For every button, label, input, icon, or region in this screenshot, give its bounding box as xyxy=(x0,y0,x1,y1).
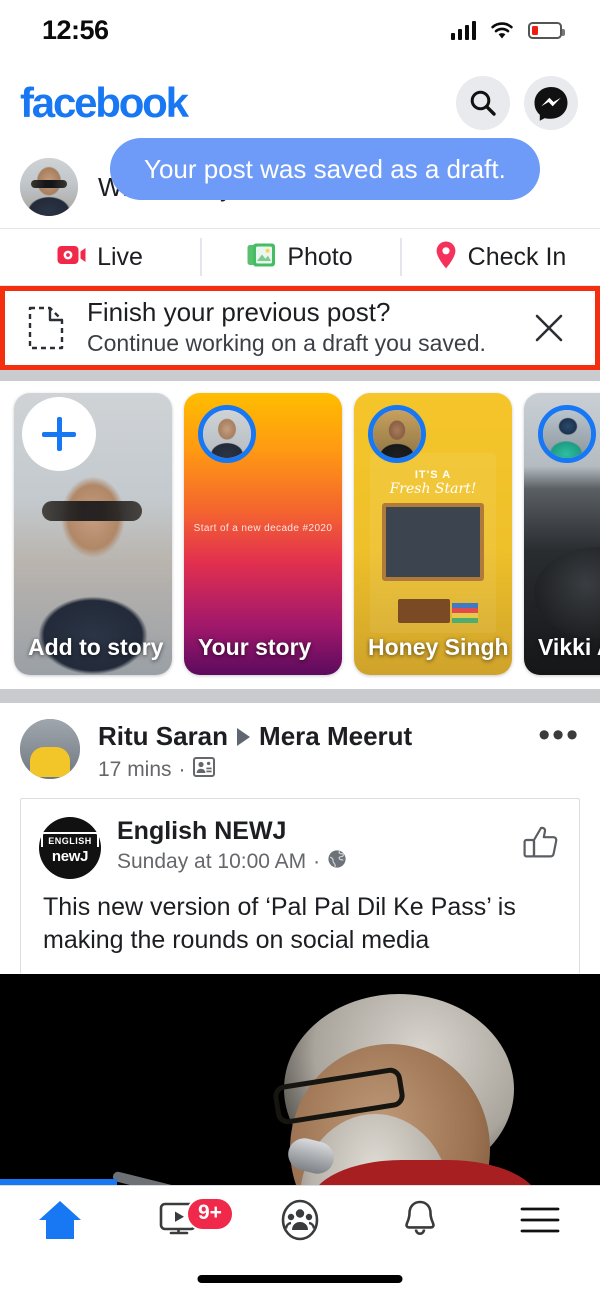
post-submeta: 17 mins · xyxy=(98,756,520,784)
nav-item-groups[interactable] xyxy=(240,1197,360,1248)
photo-icon xyxy=(247,242,277,273)
post-timestamp: 17 mins xyxy=(98,758,172,781)
story-card-line2: Fresh Start! xyxy=(389,481,477,497)
nav-item-home[interactable] xyxy=(0,1198,120,1247)
status-bar: 12:56 xyxy=(0,0,600,60)
page-loading-bar xyxy=(0,1179,117,1185)
story-caption: Start of a new decade #2020 xyxy=(193,522,333,534)
draft-saved-toast[interactable]: Your post was saved as a draft. xyxy=(110,138,540,200)
location-pin-icon xyxy=(434,240,458,275)
avatar xyxy=(538,405,596,463)
draft-banner-text: Finish your previous post? Continue work… xyxy=(87,297,507,360)
photo-button-label: Photo xyxy=(287,242,353,271)
messenger-icon[interactable] xyxy=(524,76,578,130)
bell-icon xyxy=(400,1198,440,1247)
status-bar-time: 12:56 xyxy=(42,14,109,45)
toast-message: Your post was saved as a draft. xyxy=(144,153,506,184)
battery-low-icon xyxy=(528,21,565,39)
watch-badge: 9+ xyxy=(186,1196,234,1231)
header-actions xyxy=(456,76,578,130)
avatar[interactable] xyxy=(20,158,78,216)
draft-banner[interactable]: Finish your previous post? Continue work… xyxy=(0,286,600,370)
post-header: Ritu Saran Mera Meerut 17 mins · ••• xyxy=(0,703,600,792)
shared-post-card[interactable]: ENGLISH newJ English NEWJ Sunday at 10:0… xyxy=(20,798,580,974)
bottom-navigation: 9+ xyxy=(0,1185,600,1299)
avatar[interactable] xyxy=(20,719,80,779)
post-author-line: Ritu Saran Mera Meerut xyxy=(98,721,520,752)
app-header: facebook Your post was saved as a draft. xyxy=(0,60,600,200)
story-label: Vikki An xyxy=(538,634,600,660)
avatar xyxy=(368,405,426,463)
logo-bottom-text: newJ xyxy=(51,847,89,865)
story-label: Your story xyxy=(198,634,312,660)
post-meta: Ritu Saran Mera Meerut 17 mins · xyxy=(98,719,520,784)
story-card-honey-singh[interactable]: IT'S A Fresh Start! Honey Singh xyxy=(354,393,512,675)
facebook-logo[interactable]: facebook xyxy=(20,82,189,124)
groups-icon xyxy=(277,1197,323,1248)
wifi-icon xyxy=(489,21,515,40)
post-author[interactable]: Ritu Saran xyxy=(98,721,228,752)
thumbs-up-icon[interactable] xyxy=(523,823,561,863)
english-newj-logo: ENGLISH newJ xyxy=(39,817,101,879)
plus-icon[interactable] xyxy=(22,397,96,471)
cellular-signal-icon xyxy=(450,20,476,40)
post-group[interactable]: Mera Meerut xyxy=(259,721,412,752)
draft-banner-subtitle: Continue working on a draft you saved. xyxy=(87,330,486,357)
status-bar-indicators xyxy=(450,20,565,40)
facebook-mobile-screen: 12:56 facebook Your post was saved as a … xyxy=(0,0,600,1299)
live-button-label: Live xyxy=(97,242,143,271)
share-triangle-icon xyxy=(237,727,251,746)
nav-item-menu[interactable] xyxy=(480,1204,600,1241)
globe-icon xyxy=(327,849,347,875)
story-card-vikki[interactable]: Vikki An xyxy=(524,393,600,675)
stories-carousel[interactable]: Add to story Start of a new decade #2020… xyxy=(0,381,600,689)
group-audience-icon xyxy=(192,756,215,784)
avatar xyxy=(198,405,256,463)
story-label: Add to story xyxy=(28,634,164,660)
photo-button[interactable]: Photo xyxy=(200,229,400,285)
home-indicator xyxy=(197,1275,403,1283)
shared-timestamp-row: Sunday at 10:00 AM · xyxy=(117,849,507,875)
nav-item-notifications[interactable] xyxy=(360,1198,480,1247)
draft-banner-title: Finish your previous post? xyxy=(87,296,391,327)
shared-page-name[interactable]: English NEWJ xyxy=(117,817,507,846)
composer-action-row: Live Photo Check In xyxy=(0,228,600,286)
draft-document-icon xyxy=(27,306,65,350)
hamburger-menu-icon xyxy=(519,1204,561,1241)
more-options-icon[interactable]: ••• xyxy=(538,718,580,751)
story-card-line1: IT'S A xyxy=(414,469,452,481)
nav-item-watch[interactable]: 9+ xyxy=(120,1196,240,1246)
shared-post-body: This new version of ‘Pal Pal Dil Ke Pass… xyxy=(43,893,516,954)
check-in-button-label: Check In xyxy=(467,242,567,271)
search-icon[interactable] xyxy=(456,76,510,130)
shared-timestamp: Sunday at 10:00 AM xyxy=(117,850,307,873)
logo-top-text: ENGLISH xyxy=(41,831,99,847)
dot-separator: · xyxy=(178,758,186,781)
dot-separator: · xyxy=(313,850,321,873)
live-video-icon xyxy=(57,244,87,271)
section-divider xyxy=(0,370,600,381)
story-card-your-story[interactable]: Start of a new decade #2020 Your story xyxy=(184,393,342,675)
section-divider xyxy=(0,689,600,703)
story-card-add[interactable]: Add to story xyxy=(14,393,172,675)
home-icon xyxy=(36,1198,84,1247)
live-button[interactable]: Live xyxy=(0,229,200,285)
story-label: Honey Singh xyxy=(368,634,509,660)
check-in-button[interactable]: Check In xyxy=(400,229,600,285)
shared-post-header: ENGLISH newJ English NEWJ Sunday at 10:0… xyxy=(21,799,579,883)
close-icon[interactable] xyxy=(529,308,569,348)
